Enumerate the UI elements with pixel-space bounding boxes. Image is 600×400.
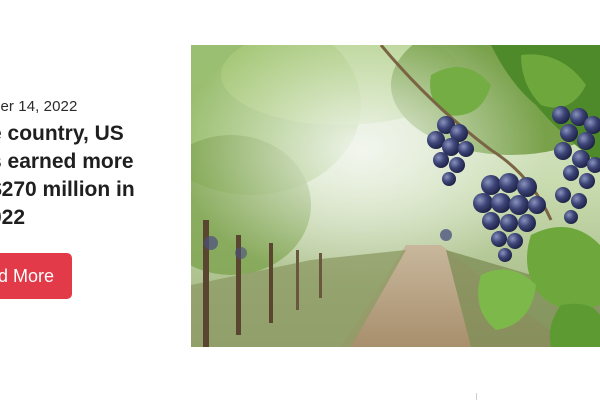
read-more-button[interactable]: d More [0,253,72,299]
vineyard-grapes-image [191,45,600,347]
headline-line: 022 [0,206,26,229]
headline-line: s earned more [0,150,134,173]
article-headline: e country, US s earned more $270 million… [0,120,170,232]
headline-line: e country, US [0,122,124,145]
article-card: ber 14, 2022 e country, US s earned more… [0,0,600,400]
headline-line: $270 million in [0,178,135,201]
divider [476,393,477,400]
article-date: ber 14, 2022 [0,98,78,115]
